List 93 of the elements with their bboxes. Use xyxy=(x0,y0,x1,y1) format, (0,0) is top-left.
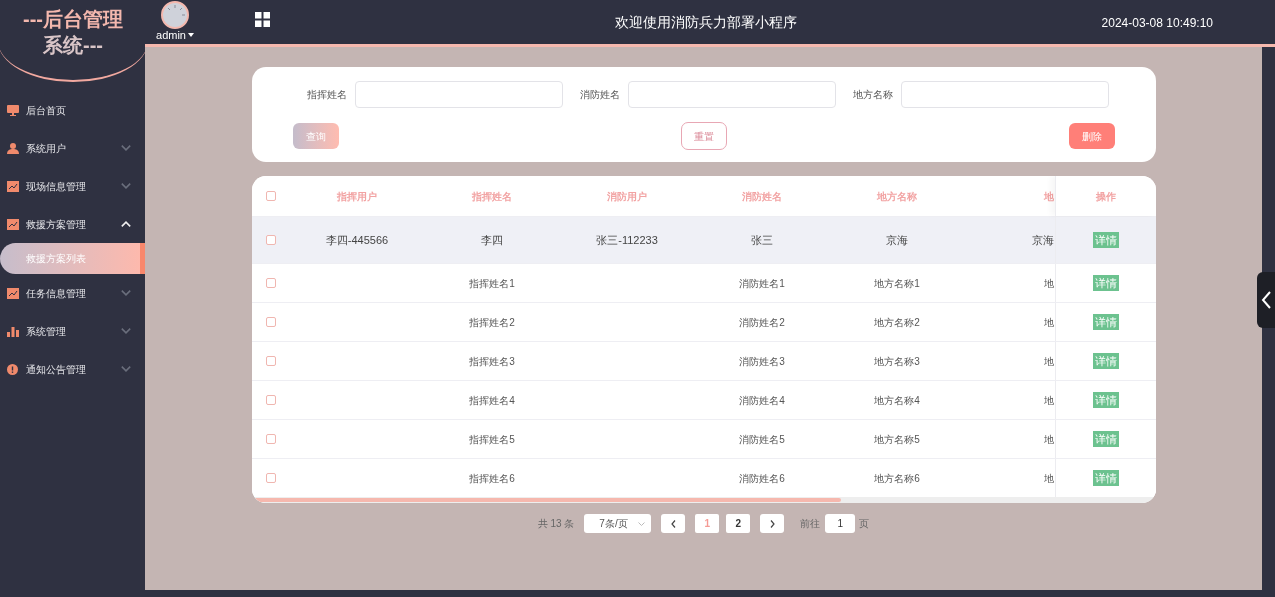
menu-item[interactable]: 后台首页 xyxy=(0,91,145,129)
menu-item[interactable]: 现场信息管理 xyxy=(0,167,145,205)
field-label: 地方名称 xyxy=(852,88,893,102)
page-input[interactable]: 1 xyxy=(825,514,856,533)
total-count: 共 13 条 xyxy=(537,517,575,531)
table-cell-text: 指挥姓名4 xyxy=(469,393,515,408)
user-icon xyxy=(7,142,19,154)
menu-item[interactable]: 系统管理 xyxy=(0,312,145,350)
table-cell-text: 张三-112233 xyxy=(596,232,658,248)
chevron-left-icon xyxy=(670,519,676,528)
checkbox[interactable] xyxy=(265,235,276,245)
chevron-left-icon xyxy=(1261,291,1271,309)
checkbox[interactable] xyxy=(265,356,276,366)
table-row[interactable]: 指挥姓名6 消防姓名6 地方名称6 地 详情 xyxy=(251,458,1156,497)
table-cell-text: 消防姓名2 xyxy=(739,315,785,330)
line-chart-icon xyxy=(7,287,19,299)
goto-suffix: 页 xyxy=(859,517,870,531)
checkbox[interactable] xyxy=(265,191,276,201)
app-title: ---后台管理 xyxy=(23,7,123,32)
table-cell-text: 地方名称1 xyxy=(874,276,920,291)
table-cell-text: 地 xyxy=(1043,432,1054,447)
menu-item[interactable]: 任务信息管理 xyxy=(0,274,145,312)
table-cell-text: 指挥姓名3 xyxy=(469,354,515,369)
table-cell-text: 地方名称2 xyxy=(874,315,920,330)
field-label: 消防姓名 xyxy=(579,88,620,102)
table-cell-text: 地方名称4 xyxy=(874,393,920,408)
chevron-right-icon xyxy=(769,519,775,528)
menu-item[interactable]: 通知公告管理 xyxy=(0,350,145,388)
column-header: 消防用户 xyxy=(607,189,647,204)
goto-label: 前往 xyxy=(800,517,821,531)
table-cell-text: 消防姓名3 xyxy=(739,354,785,369)
table-cell-text: 地方名称5 xyxy=(874,432,920,447)
table-cell-text: 地 xyxy=(1043,354,1054,369)
table-cell-text: 京海 xyxy=(1031,232,1054,248)
table-cell-text: 地 xyxy=(1043,276,1054,291)
table-cell-text: 地 xyxy=(1043,315,1054,330)
next-page-button[interactable] xyxy=(760,514,785,533)
table-row[interactable]: 指挥姓名4 消防姓名4 地方名称4 地 详情 xyxy=(251,380,1156,419)
table-row[interactable]: 指挥姓名5 消防姓名5 地方名称5 地 详情 xyxy=(251,419,1156,458)
table-cell-text: 指挥姓名6 xyxy=(469,471,515,486)
table-cell-text: 指挥姓名2 xyxy=(469,315,515,330)
checkbox[interactable] xyxy=(265,473,276,483)
table-cell-text: 李四 xyxy=(481,232,503,248)
page-number[interactable]: 2 xyxy=(726,514,751,533)
table-cell-text: 消防姓名6 xyxy=(739,471,785,486)
table-row[interactable]: 李四-445566 李四 张三-112233 张三 京海 京海 详情 xyxy=(251,216,1156,263)
checkbox[interactable] xyxy=(265,317,276,327)
checkbox[interactable] xyxy=(265,278,276,288)
table-cell-text: 京海 xyxy=(886,232,908,248)
field-label: 指挥姓名 xyxy=(306,88,347,102)
line-chart-icon xyxy=(7,180,19,192)
text-field[interactable] xyxy=(627,81,836,108)
table-cell-text: 张三 xyxy=(751,232,773,248)
checkbox[interactable] xyxy=(265,395,276,405)
menu-item[interactable]: 系统用户 xyxy=(0,129,145,167)
column-header: 地 xyxy=(1043,189,1054,204)
chevron-down-icon xyxy=(638,521,646,526)
avatar-icon[interactable] xyxy=(161,1,189,29)
table-cell-text: 地方名称6 xyxy=(874,471,920,486)
table-row[interactable]: 指挥姓名2 消防姓名2 地方名称2 地 详情 xyxy=(251,302,1156,341)
column-header: 消防姓名 xyxy=(742,189,782,204)
bar-chart-icon xyxy=(7,325,19,337)
table-cell-text: 指挥姓名1 xyxy=(469,276,515,291)
table-cell-text: 消防姓名1 xyxy=(739,276,785,291)
date-time: 2024-03-08 10:49:10 xyxy=(1101,15,1213,32)
table-row[interactable]: 指挥姓名1 消防姓名1 地方名称1 地 详情 xyxy=(251,263,1156,302)
page-size-select[interactable]: 7条/页 xyxy=(584,514,652,533)
column-header: 指挥用户 xyxy=(337,189,377,204)
page-title: 欢迎使用消防兵力部署小程序 xyxy=(615,13,797,32)
text-field[interactable] xyxy=(354,81,563,108)
table-cell-text: 地方名称3 xyxy=(874,354,920,369)
table-cell-text: 地 xyxy=(1043,393,1054,408)
user-menu[interactable]: admin xyxy=(156,29,194,41)
caret-icon xyxy=(188,32,194,38)
previous-page-button[interactable] xyxy=(661,514,686,533)
table-cell-text: 李四-445566 xyxy=(325,232,389,248)
drawer-toggle-button[interactable] xyxy=(1257,272,1275,328)
info-icon xyxy=(7,363,18,375)
table-cell-text: 地 xyxy=(1043,471,1054,486)
column-header: 操作 xyxy=(1095,189,1116,204)
menu-item[interactable]: 救援方案管理 xyxy=(0,205,145,243)
column-header: 地方名称 xyxy=(877,189,917,204)
app-title: 系统--- xyxy=(43,33,103,58)
line-chart-icon xyxy=(7,218,19,230)
column-header: 指挥姓名 xyxy=(472,189,512,204)
monitor-icon xyxy=(7,104,19,116)
table-cell-text: 指挥姓名5 xyxy=(469,432,515,447)
table-cell-text: 消防姓名4 xyxy=(739,393,785,408)
table-cell-text: 消防姓名5 xyxy=(739,432,785,447)
grid-icon[interactable] xyxy=(255,12,270,27)
text-field[interactable] xyxy=(900,81,1109,108)
table-row[interactable]: 指挥姓名3 消防姓名3 地方名称3 地 详情 xyxy=(251,341,1156,380)
checkbox[interactable] xyxy=(265,434,276,444)
